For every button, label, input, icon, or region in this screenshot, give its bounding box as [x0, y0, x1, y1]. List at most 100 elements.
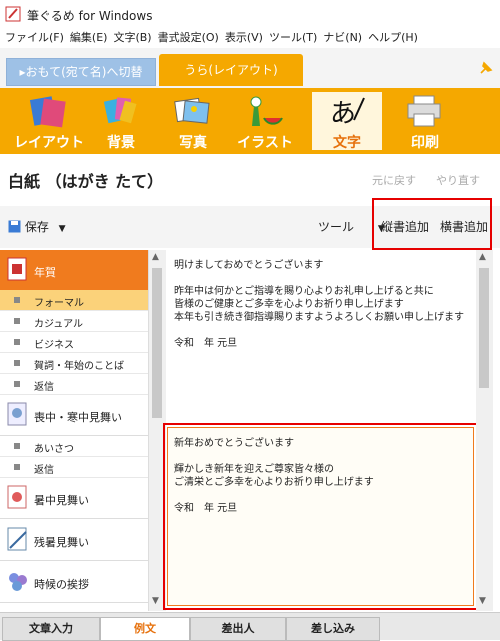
- toolbar-layout-label: レイアウト: [14, 135, 84, 151]
- pin-icon[interactable]: [478, 60, 494, 76]
- toolbar-photo-label: 写真: [179, 135, 207, 151]
- undo-button[interactable]: 元に戻す: [372, 172, 416, 188]
- menu-help[interactable]: ヘルプ(H): [365, 28, 421, 48]
- sub-business[interactable]: ビジネス: [0, 332, 148, 353]
- toolbar-text-button[interactable]: あ 文字: [312, 92, 382, 151]
- main-toolbar: レイアウト 背景 写真 イラスト あ 文字 印刷: [0, 88, 500, 154]
- save-icon: [8, 220, 21, 233]
- menu-text[interactable]: 文字(B): [110, 28, 154, 48]
- sub-casual[interactable]: カジュアル: [0, 311, 148, 332]
- scroll-thumb[interactable]: [479, 268, 489, 388]
- example-2-line-1[interactable]: 新年おめでとうございます: [174, 437, 294, 450]
- text-icon: あ: [330, 97, 365, 128]
- menu-navi[interactable]: ナビ(N): [320, 28, 365, 48]
- category-mochu[interactable]: 喪中・寒中見舞い: [0, 395, 148, 436]
- sub-label: フォーマル: [34, 298, 84, 309]
- sub-formal[interactable]: フォーマル: [0, 290, 148, 311]
- toolbar-photo-button[interactable]: 写真: [158, 92, 228, 151]
- tab-sender[interactable]: 差出人: [190, 617, 286, 641]
- background-icon: [103, 97, 137, 124]
- toolbar-illust-label: イラスト: [237, 135, 293, 151]
- example-1-line-5[interactable]: 令和 年 元旦: [174, 337, 237, 350]
- sub-label: 返信: [34, 465, 54, 476]
- sub-greeting-words[interactable]: 賀詞・年始のことば: [0, 353, 148, 374]
- bottom-tab-bar: 文章入力 例文 差出人 差し込み: [0, 612, 500, 641]
- toolbar-print-button[interactable]: 印刷: [390, 92, 460, 151]
- tab-text-input[interactable]: 文章入力: [2, 617, 100, 641]
- toolbar-background-button[interactable]: 背景: [86, 92, 156, 151]
- toolbar-text-label: 文字: [333, 135, 361, 151]
- scroll-thumb[interactable]: [152, 268, 162, 418]
- example-1-line-3[interactable]: 皆様のご健康とご多幸を心よりお祈り申し上げます: [174, 298, 404, 311]
- redo-button[interactable]: やり直す: [436, 172, 480, 188]
- add-vertical-button[interactable]: 縦書追加: [381, 218, 429, 235]
- mode-row: ▸おもて(宛て名)へ切替 うら(レイアウト): [0, 48, 500, 88]
- category-nenga[interactable]: 年賀: [0, 250, 148, 291]
- example-2-line-2[interactable]: 輝かしき新年を迎えご尊家皆々様の: [174, 463, 334, 476]
- category-label: 暑中見舞い: [34, 494, 89, 507]
- menu-tools[interactable]: ツール(T): [266, 28, 320, 48]
- nenga-icon: [7, 257, 27, 281]
- bullet-icon: [14, 443, 20, 449]
- sub-aisatsu[interactable]: あいさつ: [0, 436, 148, 457]
- sub-reply[interactable]: 返信: [0, 374, 148, 395]
- bullet-icon: [14, 360, 20, 366]
- printer-icon: [407, 95, 441, 127]
- selected-example[interactable]: [167, 427, 474, 606]
- main-scrollbar[interactable]: ▲ ▼: [476, 250, 493, 611]
- menu-file[interactable]: ファイル(F): [2, 28, 67, 48]
- bullet-icon: [14, 318, 20, 324]
- category-sidebar: 年賀 フォーマル カジュアル ビジネス 賀詞・年始のことば 返信 喪中・寒中見舞…: [0, 250, 148, 611]
- tab-back-layout[interactable]: うら(レイアウト): [159, 54, 303, 86]
- menu-edit[interactable]: 編集(E): [67, 28, 111, 48]
- tab-merge[interactable]: 差し込み: [286, 617, 380, 641]
- menu-format[interactable]: 書式設定(O): [155, 28, 222, 48]
- example-2-line-3[interactable]: ご清栄とご多幸を心よりお祈り申し上げます: [174, 476, 374, 489]
- page-title: 白紙 （はがき たて）: [8, 172, 164, 191]
- add-horizontal-button[interactable]: 横書追加: [440, 218, 488, 235]
- bullet-icon: [14, 297, 20, 303]
- zansho-icon: [7, 527, 27, 551]
- scroll-down-icon[interactable]: ▼: [152, 596, 159, 606]
- toolbar-illust-button[interactable]: イラスト: [230, 92, 300, 151]
- example-2-line-4[interactable]: 令和 年 元旦: [174, 502, 237, 515]
- category-zansho[interactable]: 残暑見舞い: [0, 520, 148, 561]
- menu-bar: ファイル(F) 編集(E) 文字(B) 書式設定(O) 表示(V) ツール(T) ナビ(N)…: [0, 28, 500, 48]
- sub-label: カジュアル: [34, 319, 83, 330]
- category-label: 年賀: [34, 266, 56, 279]
- toolbar-layout-button[interactable]: レイアウト: [14, 92, 84, 151]
- scroll-up-icon[interactable]: ▲: [152, 252, 159, 262]
- example-1-line-4[interactable]: 本年も引き続き御指導賜りますようよろしくお願い申し上げます: [174, 311, 464, 324]
- category-jiko[interactable]: 時候の挨拶: [0, 562, 148, 603]
- svg-text:あ: あ: [330, 99, 356, 128]
- toolbar-print-label: 印刷: [411, 135, 439, 151]
- save-button[interactable]: 保存 ▼: [8, 218, 66, 235]
- switch-to-front-button[interactable]: ▸おもて(宛て名)へ切替: [6, 58, 156, 86]
- menu-view[interactable]: 表示(V): [222, 28, 266, 48]
- sub-reply-mochu[interactable]: 返信: [0, 457, 148, 478]
- bullet-icon: [14, 339, 20, 345]
- scroll-down-icon[interactable]: ▼: [479, 596, 486, 606]
- example-1-line-1[interactable]: 明けましておめでとうございます: [174, 259, 323, 272]
- tab-examples[interactable]: 例文: [100, 617, 190, 641]
- photo-icon: [174, 97, 210, 124]
- app-icon: [5, 6, 21, 22]
- scroll-up-icon[interactable]: ▲: [479, 252, 486, 262]
- category-label: 喪中・寒中見舞い: [34, 411, 122, 424]
- sub-label: 返信: [34, 382, 54, 393]
- bullet-icon: [14, 464, 20, 470]
- layout-icon: [29, 96, 66, 128]
- category-label: 時候の挨拶: [34, 578, 89, 591]
- sub-label: あいさつ: [34, 444, 74, 455]
- illust-icon: [250, 96, 283, 126]
- title-bar: 筆ぐるめ for Windows: [0, 0, 500, 28]
- category-label: 残暑見舞い: [34, 536, 89, 549]
- example-1-line-2[interactable]: 昨年中は何かとご指導を賜り心よりお礼申し上げると共に: [174, 285, 434, 298]
- save-dropdown-icon[interactable]: ▼: [59, 224, 66, 234]
- mochu-icon: [7, 402, 27, 426]
- jiko-icon: [9, 573, 27, 591]
- category-shochu[interactable]: 暑中見舞い: [0, 478, 148, 519]
- save-label: 保存: [24, 220, 49, 234]
- window-title: 筆ぐるめ for Windows: [27, 9, 153, 23]
- toolbar-background-label: 背景: [107, 135, 135, 151]
